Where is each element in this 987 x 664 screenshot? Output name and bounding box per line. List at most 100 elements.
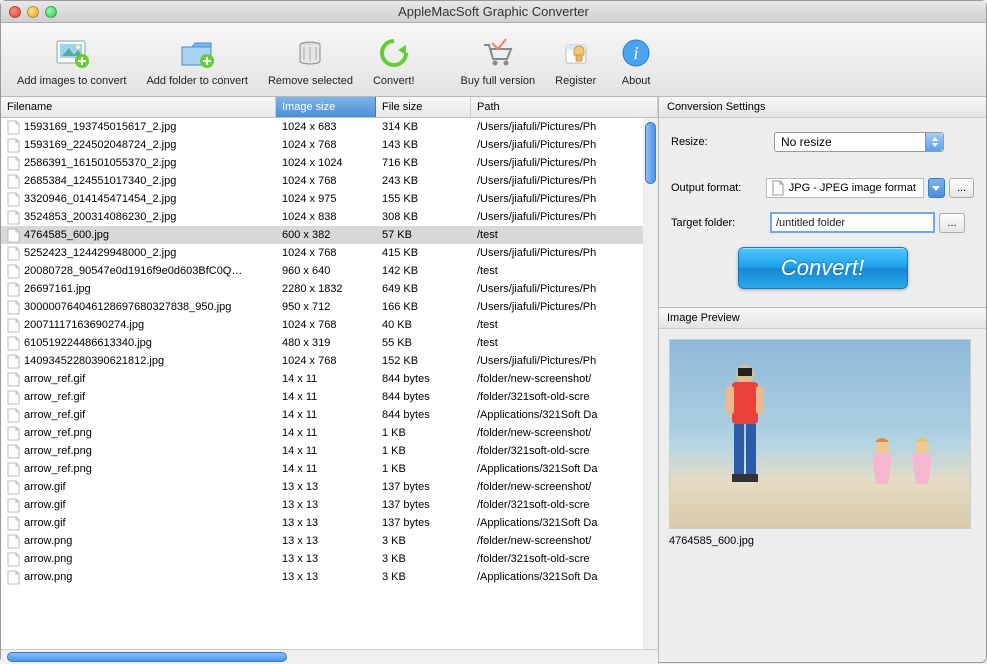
remove-selected-button[interactable]: Remove selected — [262, 31, 359, 89]
horizontal-scrollbar[interactable] — [1, 649, 658, 664]
convert-button[interactable]: Convert! — [738, 247, 908, 289]
file-icon — [7, 246, 20, 261]
table-row[interactable]: 1409345228039062​1812.jpg1024 x 768152 K… — [1, 352, 658, 370]
cell-image-size: 1024 x 768 — [276, 247, 376, 259]
resize-select[interactable]: No resize — [774, 132, 944, 152]
convert-toolbar-label: Convert! — [373, 75, 415, 87]
column-file-size[interactable]: File size — [376, 97, 471, 117]
cell-file-size: 3 KB — [376, 535, 471, 547]
cell-path: /folder/321soft-old-scre — [471, 499, 658, 511]
cell-path: /Users/jiafuli/Pictures/Ph — [471, 355, 658, 367]
convert-toolbar-button[interactable]: Convert! — [367, 31, 421, 89]
cell-filename: 610519224486613340.jpg — [24, 337, 152, 349]
cell-path: /Applications/321Soft Da — [471, 571, 658, 583]
table-row[interactable]: arrow_ref.gif14 x 11844 bytes/folder/321… — [1, 388, 658, 406]
cell-image-size: 1024 x 768 — [276, 355, 376, 367]
register-button[interactable]: Register — [549, 31, 602, 89]
table-row[interactable]: arrow.gif13 x 13137 bytes/folder/new-scr… — [1, 478, 658, 496]
cell-file-size: 40 KB — [376, 319, 471, 331]
table-row[interactable]: 2586391_161501055370_2.jpg1024 x 1024716… — [1, 154, 658, 172]
cell-filename: 5252423_124429948000_2.jpg — [24, 247, 176, 259]
table-row[interactable]: arrow_ref.png14 x 111 KB/folder/new-scre… — [1, 424, 658, 442]
buy-button[interactable]: Buy full version — [455, 31, 542, 89]
cell-filename: arrow.png — [24, 535, 72, 547]
file-icon — [7, 408, 20, 423]
table-row[interactable]: 300000764046128697680327838_950.jpg950 x… — [1, 298, 658, 316]
target-folder-browse-button[interactable]: ... — [939, 213, 965, 233]
table-row[interactable]: 26697161.jpg2280 x 1832649 KB/Users/jiaf… — [1, 280, 658, 298]
table-row[interactable]: 1593169_224502048724_2.jpg1024 x 768143 … — [1, 136, 658, 154]
horizontal-scroll-thumb[interactable] — [7, 652, 287, 662]
cell-image-size: 14 x 11 — [276, 463, 376, 475]
table-row[interactable]: 1593169_193745015617_2.jpg1024 x 683314 … — [1, 118, 658, 136]
cell-image-size: 1024 x 768 — [276, 319, 376, 331]
table-row[interactable]: arrow_ref.png14 x 111 KB/folder/321soft-… — [1, 442, 658, 460]
table-row[interactable]: arrow_ref.png14 x 111 KB/Applications/32… — [1, 460, 658, 478]
output-format-value: JPG - JPEG image format — [789, 182, 916, 194]
cell-image-size: 14 x 11 — [276, 445, 376, 457]
cell-file-size: 137 bytes — [376, 517, 471, 529]
cell-path: /Users/jiafuli/Pictures/Ph — [471, 193, 658, 205]
column-path[interactable]: Path — [471, 97, 658, 117]
cell-path: /Applications/321Soft Da — [471, 409, 658, 421]
cell-path: /test — [471, 265, 658, 277]
register-icon — [556, 33, 596, 73]
cell-image-size: 1024 x 1024 — [276, 157, 376, 169]
output-format-label: Output format: — [671, 182, 762, 194]
table-row[interactable]: arrow.gif13 x 13137 bytes/folder/321soft… — [1, 496, 658, 514]
file-icon — [7, 174, 20, 189]
about-button[interactable]: i About — [610, 31, 662, 89]
cell-path: /folder/321soft-old-scre — [471, 553, 658, 565]
cell-image-size: 1024 x 838 — [276, 211, 376, 223]
add-folder-label: Add folder to convert — [146, 75, 248, 87]
table-row[interactable]: arrow_ref.gif14 x 11844 bytes/folder/new… — [1, 370, 658, 388]
file-icon — [7, 210, 20, 225]
table-row[interactable]: 3524853_200314086230_2.jpg1024 x 838308 … — [1, 208, 658, 226]
cell-image-size: 14 x 11 — [276, 427, 376, 439]
cell-image-size: 14 x 11 — [276, 391, 376, 403]
cell-image-size: 13 x 13 — [276, 481, 376, 493]
column-image-size[interactable]: Image size — [276, 97, 376, 117]
table-row[interactable]: 20080728_90547e0d1916f9e0d603BfC0Q…960 x… — [1, 262, 658, 280]
column-filename[interactable]: Filename — [1, 97, 276, 117]
add-folder-button[interactable]: Add folder to convert — [140, 31, 254, 89]
cell-image-size: 600 x 382 — [276, 229, 376, 241]
file-icon — [7, 192, 20, 207]
file-icon — [7, 318, 20, 333]
table-row[interactable]: arrow.gif13 x 13137 bytes/Applications/3… — [1, 514, 658, 532]
add-images-button[interactable]: Add images to convert — [11, 31, 132, 89]
vertical-scrollbar[interactable] — [643, 118, 658, 649]
table-row[interactable]: 5252423_124429948000_2.jpg1024 x 768415 … — [1, 244, 658, 262]
table-row[interactable]: arrow.png13 x 133 KB/Applications/321Sof… — [1, 568, 658, 586]
target-folder-input[interactable] — [770, 212, 935, 233]
output-format-browse-button[interactable]: ... — [949, 178, 974, 198]
cart-icon — [478, 33, 518, 73]
table-body[interactable]: 1593169_193745015617_2.jpg1024 x 683314 … — [1, 118, 658, 649]
cell-filename: 20071117163690274.jpg — [24, 319, 144, 331]
file-icon — [7, 480, 20, 495]
cell-path: /Users/jiafuli/Pictures/Ph — [471, 301, 658, 313]
cell-image-size: 13 x 13 — [276, 571, 376, 583]
table-row[interactable]: 610519224486613340.jpg480 x 31955 KB/tes… — [1, 334, 658, 352]
cell-file-size: 3 KB — [376, 553, 471, 565]
cell-filename: 300000764046128697680327838_950.jpg — [24, 301, 231, 313]
table-row[interactable]: arrow_ref.gif14 x 11844 bytes/Applicatio… — [1, 406, 658, 424]
table-row[interactable]: 20071117163690274.jpg1024 x 76840 KB/tes… — [1, 316, 658, 334]
about-label: About — [622, 75, 651, 87]
table-header: Filename Image size File size Path — [1, 97, 658, 118]
table-row[interactable]: arrow.png13 x 133 KB/folder/321soft-old-… — [1, 550, 658, 568]
cell-filename: arrow_ref.png — [24, 427, 92, 439]
cell-filename: 20080728_90547e0d1916f9e0d603BfC0Q… — [24, 265, 242, 277]
table-row[interactable]: 4764585_600.jpg600 x 38257 KB/test — [1, 226, 658, 244]
vertical-scroll-thumb[interactable] — [645, 122, 656, 184]
cell-path: /folder/new-screenshot/ — [471, 481, 658, 493]
image-preview-heading: Image Preview — [659, 308, 986, 329]
output-format-dropdown[interactable] — [928, 178, 945, 198]
file-icon — [7, 462, 20, 477]
conversion-settings-heading: Conversion Settings — [659, 97, 986, 118]
cell-path: /Users/jiafuli/Pictures/Ph — [471, 139, 658, 151]
table-row[interactable]: 3320946_014145471454_2.jpg1024 x 975155 … — [1, 190, 658, 208]
cell-filename: 2586391_161501055370_2.jpg — [24, 157, 176, 169]
table-row[interactable]: 2685384_124551017340_2.jpg1024 x 768243 … — [1, 172, 658, 190]
table-row[interactable]: arrow.png13 x 133 KB/folder/new-screensh… — [1, 532, 658, 550]
